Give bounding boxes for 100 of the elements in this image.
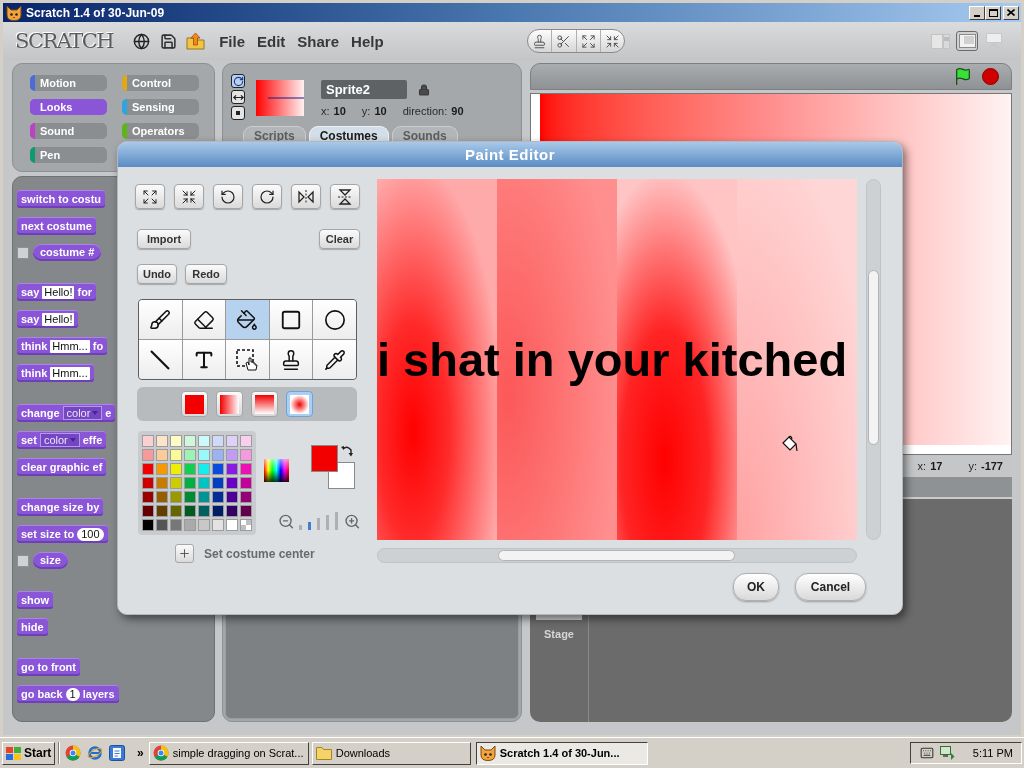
color-swatch-icon[interactable] — [170, 463, 182, 475]
shrink-button[interactable] — [174, 184, 204, 209]
menu-item[interactable]: Help — [351, 33, 384, 49]
color-swatch-icon[interactable] — [170, 477, 182, 489]
taskbar-button[interactable]: Scratch 1.4 of 30-Jun... — [475, 741, 648, 765]
menu-item[interactable]: Share — [297, 33, 340, 49]
color-swatch-icon[interactable] — [198, 463, 210, 475]
rotation-style-button[interactable] — [231, 90, 245, 104]
color-swatch-icon[interactable] — [184, 477, 196, 489]
color-swatch-icon[interactable] — [212, 477, 224, 489]
color-swatch-icon[interactable] — [156, 491, 168, 503]
color-swatch-icon[interactable] — [240, 449, 252, 461]
color-spectrum-icon[interactable] — [264, 459, 289, 482]
command-block[interactable]: go to front — [17, 658, 80, 676]
color-swatch-icon[interactable] — [142, 435, 154, 447]
tool-button[interactable] — [313, 300, 356, 339]
color-swatch-icon[interactable] — [156, 519, 168, 531]
orbit-globe-icon[interactable] — [87, 745, 103, 761]
color-swatch-icon[interactable] — [212, 463, 224, 475]
color-swatch-icon[interactable] — [198, 477, 210, 489]
command-block[interactable]: set size to 100 — [17, 525, 108, 543]
fill-type-button[interactable] — [216, 391, 243, 417]
tool-button[interactable] — [269, 340, 313, 379]
color-swatch-icon[interactable] — [198, 505, 210, 517]
lock-icon[interactable] — [418, 82, 430, 97]
color-swatch-icon[interactable] — [184, 519, 196, 531]
tool-button[interactable] — [139, 340, 182, 379]
zoom-in-icon[interactable] — [343, 513, 360, 530]
color-swatch-icon[interactable] — [156, 505, 168, 517]
tool-button[interactable] — [226, 340, 269, 379]
tool-button[interactable] — [139, 300, 182, 339]
page-icon[interactable] — [109, 745, 125, 761]
category-button[interactable]: Looks — [30, 99, 107, 115]
color-swatch-icon[interactable] — [198, 519, 210, 531]
command-block[interactable]: hide — [17, 618, 48, 636]
vertical-scrollbar[interactable] — [866, 179, 881, 540]
taskbar-button[interactable]: Downloads — [311, 741, 471, 765]
color-swatch-icon[interactable] — [212, 505, 224, 517]
horizontal-scrollbar[interactable] — [377, 548, 857, 563]
color-swatch-icon[interactable] — [184, 491, 196, 503]
fill-type-button[interactable] — [286, 391, 313, 417]
taskbar-button[interactable]: simple dragging on Scrat... — [148, 741, 309, 765]
color-swatch-icon[interactable] — [184, 463, 196, 475]
rotation-style-button[interactable] — [231, 106, 245, 120]
color-swatch-icon[interactable] — [142, 463, 154, 475]
color-swatch-icon[interactable] — [198, 435, 210, 447]
checkbox[interactable] — [17, 246, 29, 259]
number-input[interactable]: 100 — [77, 527, 104, 541]
color-swatch-icon[interactable] — [226, 449, 238, 461]
tricolor-circle-icon[interactable] — [65, 745, 81, 761]
color-swatch-icon[interactable] — [170, 435, 182, 447]
color-swatch-icon[interactable] — [240, 463, 252, 475]
color-swatch-icon[interactable] — [170, 505, 182, 517]
command-block[interactable]: set color effe — [17, 431, 107, 449]
color-swatch-icon[interactable] — [142, 505, 154, 517]
transparent-swatch-icon[interactable] — [240, 519, 252, 531]
color-swatch-icon[interactable] — [170, 519, 182, 531]
close-button[interactable] — [1003, 5, 1019, 20]
color-swatch-icon[interactable] — [198, 491, 210, 503]
color-swatch-icon[interactable] — [198, 449, 210, 461]
color-swatch-icon[interactable] — [226, 463, 238, 475]
number-input[interactable]: 1 — [65, 687, 80, 701]
zoom-out-icon[interactable] — [278, 513, 295, 530]
import-button[interactable]: Import — [137, 229, 191, 249]
grow-button[interactable] — [135, 184, 165, 209]
fill-type-button[interactable] — [181, 391, 208, 417]
start-button[interactable]: Start — [2, 741, 55, 765]
maximize-button[interactable] — [985, 5, 1001, 20]
globe-icon[interactable] — [133, 32, 151, 50]
color-swatch-icon[interactable] — [240, 435, 252, 447]
stop-icon[interactable] — [982, 68, 999, 85]
keyboard-icon[interactable] — [920, 746, 934, 760]
zoom-step[interactable] — [298, 525, 302, 530]
color-swatch-icon[interactable] — [212, 435, 224, 447]
color-swatch-icon[interactable] — [212, 519, 224, 531]
color-swatch-icon[interactable] — [156, 435, 168, 447]
menu-item[interactable]: Edit — [257, 33, 286, 49]
color-swatch-icon[interactable] — [212, 449, 224, 461]
color-swatch-icon[interactable] — [184, 435, 196, 447]
color-swatch-icon[interactable] — [240, 491, 252, 503]
color-swatch-icon[interactable] — [142, 449, 154, 461]
color-swatch-icon[interactable] — [184, 449, 196, 461]
fill-type-button[interactable] — [251, 391, 278, 417]
flip-horizontal-button[interactable] — [291, 184, 321, 209]
command-block[interactable]: go back 1 layers — [17, 685, 119, 703]
scroll-thumb[interactable] — [868, 270, 879, 445]
text-input[interactable]: Hello! — [42, 285, 75, 299]
command-block[interactable]: switch to costu — [17, 190, 106, 208]
checkbox[interactable] — [17, 554, 29, 567]
color-swatch-icon[interactable] — [226, 505, 238, 517]
dropdown[interactable]: color — [39, 433, 80, 447]
rotate-left-button[interactable] — [213, 184, 243, 209]
command-block[interactable]: say Hello! — [17, 310, 79, 328]
color-swatch-icon[interactable] — [226, 477, 238, 489]
sprite-thumbnail[interactable] — [256, 80, 304, 116]
command-block[interactable]: say Hello! for — [17, 283, 97, 301]
command-block[interactable]: change size by — [17, 498, 104, 516]
command-block[interactable]: think Hmm... fo — [17, 337, 108, 355]
color-swatch-icon[interactable] — [184, 505, 196, 517]
flip-vertical-button[interactable] — [330, 184, 360, 209]
